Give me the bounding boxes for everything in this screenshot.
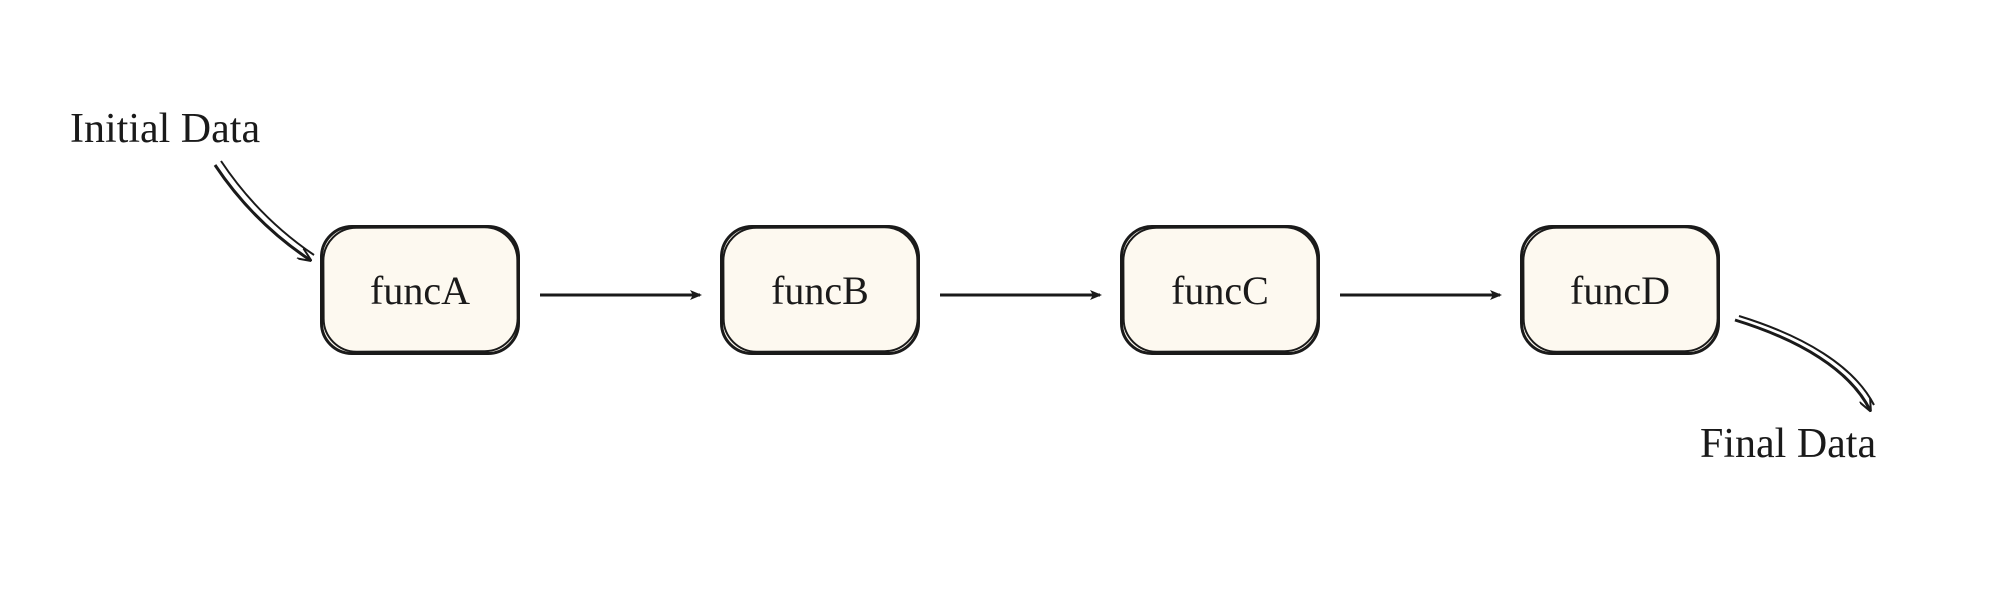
arrow-d-to-final bbox=[1735, 316, 1874, 410]
node-func-c: funcC bbox=[1120, 225, 1320, 355]
initial-data-label: Initial Data bbox=[70, 105, 260, 153]
final-data-label: Final Data bbox=[1700, 420, 1876, 468]
arrow-initial-to-a bbox=[215, 161, 314, 260]
node-func-c-label: funcC bbox=[1171, 267, 1269, 314]
node-func-d: funcD bbox=[1520, 225, 1720, 355]
diagram-canvas: Initial Data Final Data funcA funcB func… bbox=[0, 0, 2000, 593]
node-func-a-label: funcA bbox=[370, 267, 470, 314]
node-func-a: funcA bbox=[320, 225, 520, 355]
node-func-b: funcB bbox=[720, 225, 920, 355]
node-func-d-label: funcD bbox=[1570, 267, 1670, 314]
node-func-b-label: funcB bbox=[771, 267, 869, 314]
